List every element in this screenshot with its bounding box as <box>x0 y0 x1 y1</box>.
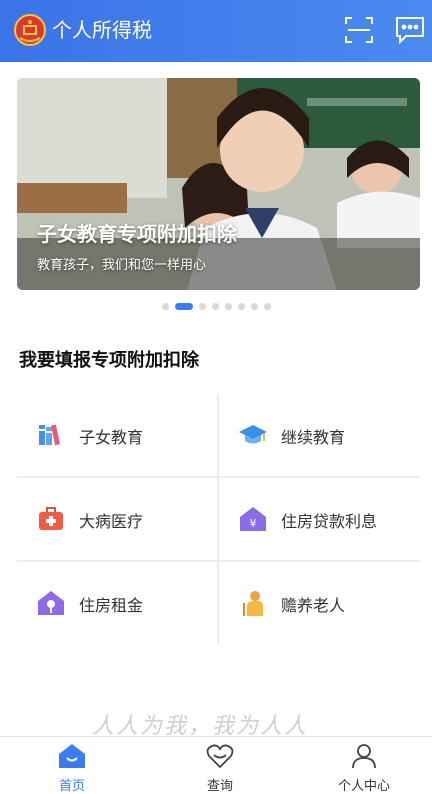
tab-label: 首页 <box>58 779 85 794</box>
section-title: 我要填报专项附加扣除 <box>19 350 199 371</box>
deduction-elderly-support[interactable]: 赡养老人 <box>219 562 420 644</box>
pager-dot[interactable] <box>211 302 219 310</box>
pager-dot-active[interactable] <box>174 302 193 310</box>
books-icon <box>39 424 61 446</box>
deduction-housing-loan-interest[interactable]: ¥ 住房贷款利息 <box>219 478 420 560</box>
deduction-label: 住房租金 <box>79 596 144 615</box>
banner-subtitle: 教育孩子，我们和您一样用心 <box>37 258 207 273</box>
tab-query[interactable]: 查询 <box>170 737 270 794</box>
tab-home[interactable]: 首页 <box>22 737 122 794</box>
deduction-child-education[interactable]: 子女教育 <box>17 394 217 476</box>
pager-dot[interactable] <box>161 302 169 310</box>
scan-icon[interactable] <box>344 15 374 45</box>
deduction-label: 赡养老人 <box>281 596 346 615</box>
deduction-housing-rent[interactable]: 住房租金 <box>17 562 217 644</box>
house-key-icon <box>38 591 64 615</box>
tab-label: 查询 <box>206 779 233 794</box>
pager-dot[interactable] <box>263 302 271 310</box>
medical-kit-icon <box>39 507 63 530</box>
home-icon <box>59 744 85 768</box>
deduction-label: 继续教育 <box>281 428 346 447</box>
tab-label: 个人中心 <box>337 779 390 794</box>
svg-text:¥: ¥ <box>250 517 257 530</box>
banner-title: 子女教育专项附加扣除 <box>37 222 237 246</box>
pager-dot[interactable] <box>224 302 232 310</box>
app-header: 个人所得税 <box>0 0 432 62</box>
pager-dot[interactable] <box>250 302 258 310</box>
deduction-continuing-education[interactable]: 继续教育 <box>219 394 420 476</box>
message-icon[interactable] <box>394 15 426 45</box>
pager-dot[interactable] <box>237 302 245 310</box>
pager-dot[interactable] <box>198 302 206 310</box>
app-title: 个人所得税 <box>52 18 152 42</box>
elderly-person-icon <box>243 591 263 616</box>
deduction-label: 大病医疗 <box>79 512 144 531</box>
deduction-label: 住房贷款利息 <box>281 512 378 531</box>
graduation-cap-icon <box>239 425 267 444</box>
deduction-grid: 子女教育 继续教育 大病医疗 ¥ 住房贷款利息 住房租金 赡养老人 <box>17 394 420 644</box>
banner-carousel[interactable]: 子女教育专项附加扣除 教育孩子，我们和您一样用心 <box>17 78 420 290</box>
tax-emblem-icon <box>14 14 46 46</box>
bottom-tab-bar: 首页 查询 个人中心 <box>0 736 432 794</box>
person-icon <box>352 744 376 769</box>
carousel-pager <box>0 300 432 312</box>
deduction-serious-illness[interactable]: 大病医疗 <box>17 478 217 560</box>
tab-personal-center[interactable]: 个人中心 <box>314 737 414 794</box>
heart-search-icon <box>206 744 234 769</box>
house-yuan-icon: ¥ <box>240 507 266 531</box>
deduction-label: 子女教育 <box>79 428 144 447</box>
